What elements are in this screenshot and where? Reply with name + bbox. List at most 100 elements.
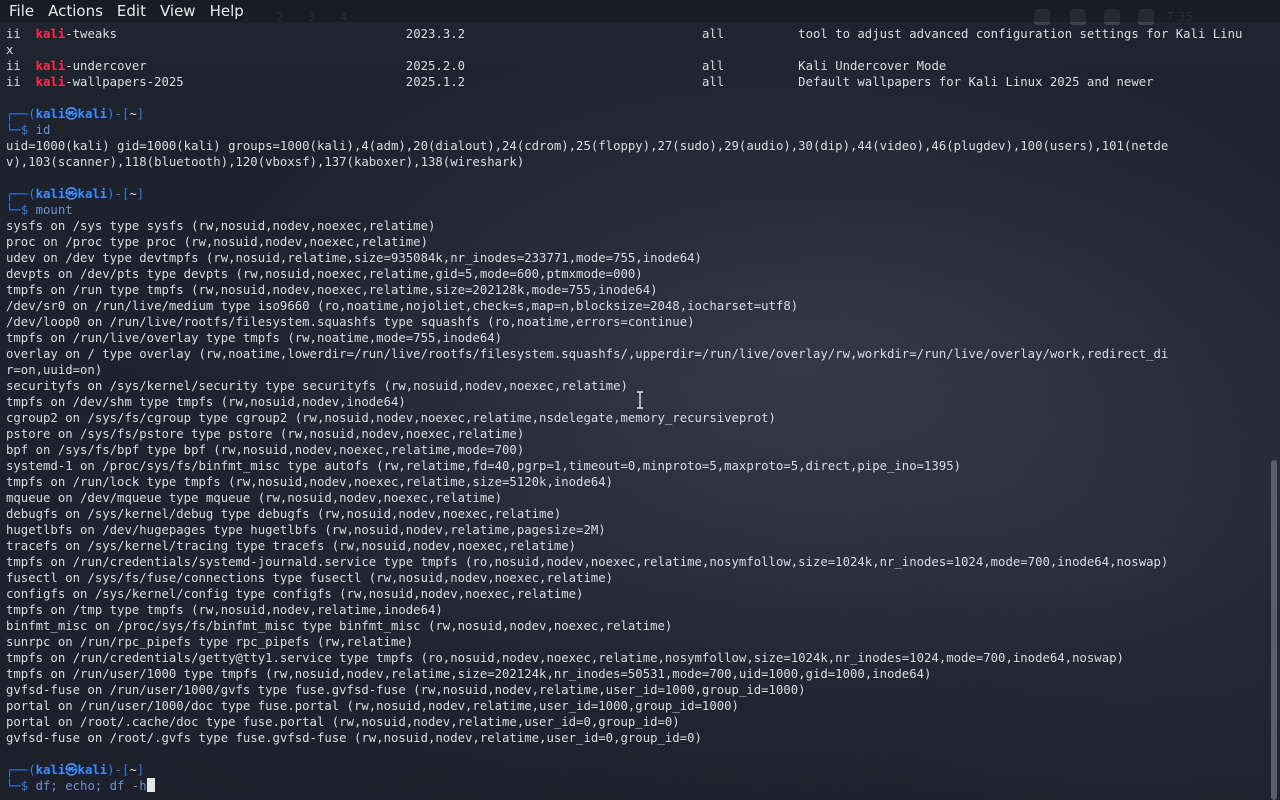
terminal-line: configfs on /sys/kernel/config type conf…: [0, 586, 1268, 602]
terminal-text: -wallpapers-2025 2025.1.2 all Default wa…: [65, 75, 1154, 89]
terminal-line: tmpfs on /run/credentials/getty@tty1.ser…: [0, 650, 1268, 666]
terminal-text: tmpfs on /dev/shm type tmpfs (rw,nosuid,…: [6, 395, 406, 409]
prompt-decoration: ┌──(: [6, 763, 36, 777]
terminal-line: uid=1000(kali) gid=1000(kali) groups=100…: [0, 138, 1268, 154]
terminal-text: gvfsd-fuse on /run/user/1000/gvfs type f…: [6, 683, 806, 697]
terminal-text: -tweaks 2023.3.2 all tool to adjust adva…: [65, 27, 1243, 41]
terminal-text: hugetlbfs on /dev/hugepages type hugetlb…: [6, 523, 606, 537]
package-name-prefix: kali: [35, 75, 66, 89]
terminal-text: tmpfs on /run/lock type tmpfs (rw,nosuid…: [6, 475, 614, 489]
menu-file[interactable]: File: [0, 0, 41, 22]
terminal-line: r=on,uuid=on): [0, 362, 1268, 378]
terminal-line: cgroup2 on /sys/fs/cgroup type cgroup2 (…: [0, 410, 1268, 426]
prompt-decoration: )-[: [107, 763, 130, 777]
prompt-decoration: └─$: [6, 203, 36, 217]
terminal-text: overlay on / type overlay (rw,noatime,lo…: [6, 347, 1169, 361]
terminal-text: debugfs on /sys/kernel/debug type debugf…: [6, 507, 562, 521]
terminal-line: └─$ id: [0, 122, 1268, 138]
terminal-line: tmpfs on /run type tmpfs (rw,nosuid,node…: [0, 282, 1268, 298]
terminal-line: v),103(scanner),118(bluetooth),120(vboxs…: [0, 154, 1268, 170]
terminal-text: binfmt_misc on /proc/sys/fs/binfmt_misc …: [6, 619, 673, 633]
prompt-decoration: ]: [136, 187, 145, 201]
prompt-user-host: kali㉿kali: [35, 763, 108, 777]
menu-actions[interactable]: Actions: [41, 0, 110, 22]
prompt-user-host: kali㉿kali: [35, 107, 108, 121]
terminal-line: └─$ df; echo; df -h: [0, 778, 1268, 794]
terminal-text: bpf on /sys/fs/bpf type bpf (rw,nosuid,n…: [6, 443, 525, 457]
terminal-text: ii: [6, 75, 36, 89]
terminal-scrollbar[interactable]: [1268, 26, 1280, 800]
terminal-line: portal on /root/.cache/doc type fuse.por…: [0, 714, 1268, 730]
terminal-line: ┌──(kali㉿kali)-[~]: [0, 762, 1268, 778]
terminal-text: tmpfs on /run/credentials/systemd-journa…: [6, 555, 1169, 569]
terminal-line: tmpfs on /run/credentials/systemd-journa…: [0, 554, 1268, 570]
terminal-line: tmpfs on /tmp type tmpfs (rw,nosuid,node…: [0, 602, 1268, 618]
typed-command: mount: [35, 203, 73, 217]
terminal-line: /dev/sr0 on /run/live/medium type iso966…: [0, 298, 1268, 314]
terminal-text: x: [6, 43, 14, 57]
terminal-line: sysfs on /sys type sysfs (rw,nosuid,node…: [0, 218, 1268, 234]
prompt-decoration: )-[: [107, 187, 130, 201]
terminal-text: tracefs on /sys/kernel/tracing type trac…: [6, 539, 577, 553]
terminal-text: v),103(scanner),118(bluetooth),120(vboxs…: [6, 155, 525, 169]
terminal-text: ~: [129, 763, 137, 777]
terminal-line: ┌──(kali㉿kali)-[~]: [0, 186, 1268, 202]
terminal-line: ii kali-wallpapers-2025 2025.1.2 all Def…: [0, 74, 1268, 90]
terminal-menubar: File Actions Edit View Help: [0, 0, 1280, 22]
terminal-line: tmpfs on /run/user/1000 type tmpfs (rw,n…: [0, 666, 1268, 682]
terminal-line: gvfsd-fuse on /run/user/1000/gvfs type f…: [0, 682, 1268, 698]
prompt-decoration: ]: [136, 763, 145, 777]
terminal-text: portal on /run/user/1000/doc type fuse.p…: [6, 699, 739, 713]
terminal-text: pstore on /sys/fs/pstore type pstore (rw…: [6, 427, 525, 441]
terminal-line: udev on /dev type devtmpfs (rw,nosuid,re…: [0, 250, 1268, 266]
terminal-text: ~: [129, 187, 137, 201]
terminal-line: devpts on /dev/pts type devpts (rw,nosui…: [0, 266, 1268, 282]
package-name-prefix: kali: [35, 59, 66, 73]
terminal-text: securityfs on /sys/kernel/security type …: [6, 379, 628, 393]
terminal-line: proc on /proc type proc (rw,nosuid,nodev…: [0, 234, 1268, 250]
terminal-line: tracefs on /sys/kernel/tracing type trac…: [0, 538, 1268, 554]
menu-help[interactable]: Help: [203, 0, 251, 22]
terminal-line: ┌──(kali㉿kali)-[~]: [0, 106, 1268, 122]
menu-edit[interactable]: Edit: [110, 0, 153, 22]
prompt-decoration: ┌──(: [6, 107, 36, 121]
terminal-text: ii: [6, 59, 36, 73]
menu-view[interactable]: View: [153, 0, 203, 22]
terminal-line: binfmt_misc on /proc/sys/fs/binfmt_misc …: [0, 618, 1268, 634]
terminal-output[interactable]: ii kali-tweaks 2023.3.2 all tool to adju…: [0, 26, 1268, 800]
terminal-text: devpts on /dev/pts type devpts (rw,nosui…: [6, 267, 643, 281]
typed-command: id: [35, 123, 51, 137]
terminal-text: systemd-1 on /proc/sys/fs/binfmt_misc ty…: [6, 459, 962, 473]
terminal-text: tmpfs on /run/credentials/getty@tty1.ser…: [6, 651, 1124, 665]
prompt-decoration: ]: [136, 107, 145, 121]
terminal-line: debugfs on /sys/kernel/debug type debugf…: [0, 506, 1268, 522]
terminal-line: mqueue on /dev/mqueue type mqueue (rw,no…: [0, 490, 1268, 506]
terminal-text: r=on,uuid=on): [6, 363, 103, 377]
prompt-user-host: kali㉿kali: [35, 187, 108, 201]
terminal-text: tmpfs on /run/live/overlay type tmpfs (r…: [6, 331, 503, 345]
terminal-line: hugetlbfs on /dev/hugepages type hugetlb…: [0, 522, 1268, 538]
scrollbar-thumb[interactable]: [1271, 460, 1277, 800]
terminal-text: udev on /dev type devtmpfs (rw,nosuid,re…: [6, 251, 702, 265]
terminal-line: sunrpc on /run/rpc_pipefs type rpc_pipef…: [0, 634, 1268, 650]
prompt-decoration: ┌──(: [6, 187, 36, 201]
terminal-text: sunrpc on /run/rpc_pipefs type rpc_pipef…: [6, 635, 414, 649]
terminal-line: portal on /run/user/1000/doc type fuse.p…: [0, 698, 1268, 714]
terminal-line: tmpfs on /dev/shm type tmpfs (rw,nosuid,…: [0, 394, 1268, 410]
package-name-prefix: kali: [35, 27, 66, 41]
terminal-text: cgroup2 on /sys/fs/cgroup type cgroup2 (…: [6, 411, 776, 425]
terminal-line: bpf on /sys/fs/bpf type bpf (rw,nosuid,n…: [0, 442, 1268, 458]
terminal-line: /dev/loop0 on /run/live/rootfs/filesyste…: [0, 314, 1268, 330]
terminal-line: ii kali-tweaks 2023.3.2 all tool to adju…: [0, 26, 1268, 42]
prompt-decoration: └─$: [6, 123, 36, 137]
terminal-line: └─$ mount: [0, 202, 1268, 218]
prompt-decoration: )-[: [107, 107, 130, 121]
terminal-text: uid=1000(kali) gid=1000(kali) groups=100…: [6, 139, 1169, 153]
terminal-line: systemd-1 on /proc/sys/fs/binfmt_misc ty…: [0, 458, 1268, 474]
terminal-cursor: [146, 778, 155, 792]
terminal-line: gvfsd-fuse on /root/.gvfs type fuse.gvfs…: [0, 730, 1268, 746]
terminal-line: tmpfs on /run/live/overlay type tmpfs (r…: [0, 330, 1268, 346]
terminal-text: ii: [6, 27, 36, 41]
terminal-line: securityfs on /sys/kernel/security type …: [0, 378, 1268, 394]
